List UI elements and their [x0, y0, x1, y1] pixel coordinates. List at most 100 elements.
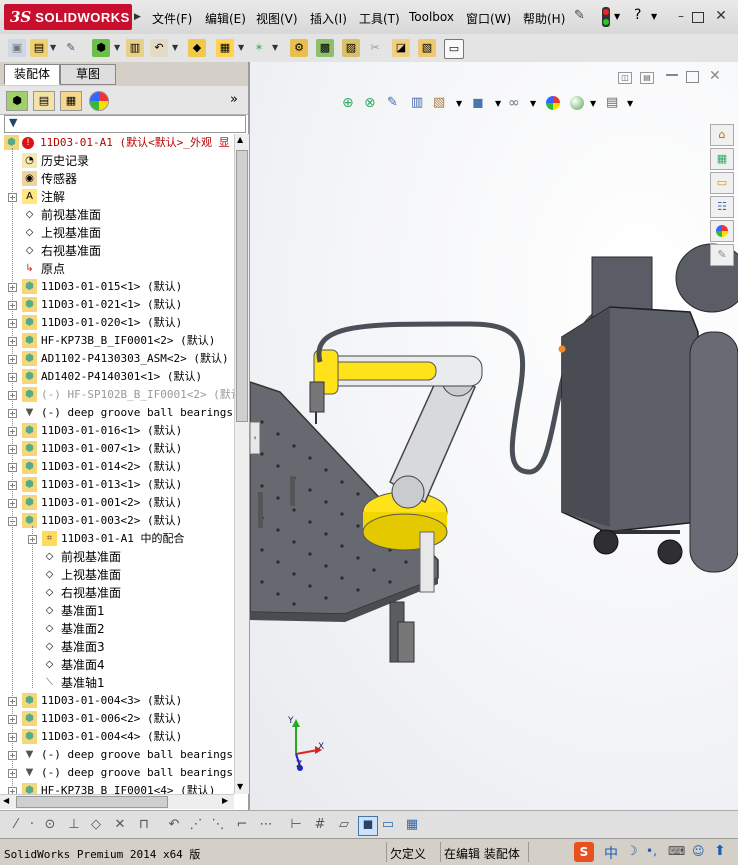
select-icon[interactable]: ◆	[188, 39, 206, 57]
sogou-ime-icon[interactable]: S	[574, 842, 594, 862]
window-layout-icon[interactable]: ▭	[380, 817, 396, 833]
tree-item[interactable]: + ⬢ 11D03-01-007<1> (默认)	[0, 440, 234, 458]
pin-icon[interactable]: ✎	[574, 8, 585, 23]
scroll-right-icon[interactable]: ▶	[222, 796, 228, 805]
tree-item[interactable]: + ▼ (-) deep groove ball bearings gb	[0, 764, 234, 782]
gear-icon[interactable]: ⚙	[290, 39, 308, 57]
collapse-panel-handle[interactable]: ‹	[250, 422, 260, 454]
traffic-light-icon[interactable]	[602, 7, 610, 27]
configuration-manager-icon[interactable]: ▦	[60, 91, 82, 111]
print-icon[interactable]: ▥	[126, 39, 144, 57]
trim-icon[interactable]: ✕	[112, 817, 128, 833]
expand-panel-icon[interactable]: »	[230, 92, 238, 107]
tree-item[interactable]: + ⬢ 11D03-01-015<1> (默认)	[0, 278, 234, 296]
menu-toolbox[interactable]: Toolbox	[409, 10, 454, 24]
tree-item[interactable]: + ⬢ 11D03-01-001<2> (默认)	[0, 494, 234, 512]
tree-item[interactable]: + ⬢ AD1102-P4130303_ASM<2> (默认)	[0, 350, 234, 368]
tab-sketch[interactable]: 草图	[60, 64, 116, 85]
tree-item[interactable]: ◇ 基准面3	[0, 638, 234, 656]
half-width-icon[interactable]: ☽	[626, 844, 638, 859]
ime-mode-label[interactable]: 中	[604, 843, 618, 863]
tree-item[interactable]: + ▼ (-) deep groove ball bearings gb	[0, 404, 234, 422]
options-dropdown-icon[interactable]: ▼	[238, 43, 244, 52]
tree-item[interactable]: − ⬢ 11D03-01-003<2> (默认)	[0, 512, 234, 530]
tree-item[interactable]: + ⬢ 11D03-01-021<1> (默认)	[0, 296, 234, 314]
tree-item[interactable]: + ⬢ HF-KP73B_B_IF0001<2> (默认)	[0, 332, 234, 350]
measure-icon[interactable]: ✂	[366, 39, 384, 57]
tree-item[interactable]: + ⬢ HF-KP73B_B_IF0001<4> (默认)	[0, 782, 234, 794]
tree-item[interactable]: ◇ 基准面2	[0, 620, 234, 638]
undo-icon[interactable]: ↶	[150, 39, 168, 57]
sparkle-dropdown-icon[interactable]: ▼	[272, 43, 278, 52]
tree-item[interactable]: ◇ 右视基准面	[0, 242, 234, 260]
view-cube-icon[interactable]: ◼	[358, 816, 378, 836]
menu-insert[interactable]: 插入(I)	[310, 10, 347, 27]
ime-user-icon[interactable]: ☺	[692, 844, 705, 858]
tree-item[interactable]: + A 注解	[0, 188, 234, 206]
design-library-icon[interactable]: ▦	[710, 148, 734, 170]
feature-manager-icon[interactable]: ⬢	[6, 91, 28, 111]
sparkle-icon[interactable]: ✶	[250, 39, 268, 57]
help-dropdown-icon[interactable]: ▼	[651, 12, 657, 21]
rebuild-dropdown-icon[interactable]: ▼	[114, 43, 120, 52]
minimize-icon[interactable]: –	[674, 9, 688, 23]
tree-item[interactable]: + ⬢ AD1402-P4140301<1> (默认)	[0, 368, 234, 386]
sketch-line-icon[interactable]: ⁄	[8, 817, 24, 833]
polygon-icon[interactable]: ◇	[88, 817, 104, 833]
traffic-light-dropdown-icon[interactable]: ▼	[614, 12, 620, 21]
ruler-icon[interactable]: ◪	[392, 39, 410, 57]
tree-item[interactable]: + ⬢ 11D03-01-006<2> (默认)	[0, 710, 234, 728]
open-icon[interactable]: ▤	[30, 39, 48, 57]
tree-item[interactable]: ⟍ 基准轴1	[0, 674, 234, 692]
scroll-down-icon[interactable]: ▼	[237, 782, 243, 791]
tree-item[interactable]: ◇ 上视基准面	[0, 224, 234, 242]
tree-item[interactable]: ↳ 原点	[0, 260, 234, 278]
sketch-plane-icon[interactable]: ▱	[336, 817, 352, 833]
appearance-manager-icon[interactable]	[89, 91, 109, 111]
menu-tools[interactable]: 工具(T)	[359, 10, 400, 27]
scroll-left-icon[interactable]: ◀	[3, 796, 9, 805]
tree-item[interactable]: + ⬢ 11D03-01-020<1> (默认)	[0, 314, 234, 332]
tree-item[interactable]: ◇ 右视基准面	[0, 584, 234, 602]
tree-item[interactable]: ◇ 基准面4	[0, 656, 234, 674]
corner-icon[interactable]: ⌐	[234, 817, 250, 833]
tab-assembly[interactable]: 装配体	[4, 64, 60, 85]
close-icon[interactable]: ✕	[714, 9, 728, 23]
menu-window[interactable]: 窗口(W)	[466, 10, 511, 27]
options-icon[interactable]: ▦	[216, 39, 234, 57]
tree-item[interactable]: + ⬢ 11D03-01-004<4> (默认)	[0, 728, 234, 746]
menu-file[interactable]: 文件(F)	[152, 10, 192, 27]
graphics-area[interactable]: ◫ ▤ ✕ ⊕ ⊗ ✎ ▥ ▧ ▼ ◼ ▼ ∞ ▼ ▼ ▤ ▼ Y X Z ‹	[250, 62, 738, 810]
tree-hscroll-thumb[interactable]	[16, 796, 168, 808]
drawing-icon[interactable]: ▨	[342, 39, 360, 57]
tree-item[interactable]: ◔ 历史记录	[0, 152, 234, 170]
tile-view-icon[interactable]: ▦	[404, 817, 420, 833]
tree-item[interactable]: + ▼ (-) deep groove ball bearings gb	[0, 746, 234, 764]
menu-edit[interactable]: 编辑(E)	[205, 10, 246, 27]
assembly-icon[interactable]: ▩	[316, 39, 334, 57]
tree-scroll-thumb[interactable]	[236, 150, 248, 422]
property-manager-icon[interactable]: ▤	[33, 91, 55, 111]
offset-icon[interactable]: ↶	[166, 817, 182, 833]
sketch-slot-icon[interactable]: ⋱	[210, 817, 226, 833]
pattern-icon[interactable]: ⋯	[258, 817, 274, 833]
circle-icon[interactable]: ⊙	[42, 817, 58, 833]
restore-icon[interactable]	[692, 12, 704, 23]
tree-item[interactable]: ◇ 上视基准面	[0, 566, 234, 584]
tree-item[interactable]: + ⬢ 11D03-01-014<2> (默认)	[0, 458, 234, 476]
paperclip-icon[interactable]: ✎	[62, 39, 80, 57]
tree-item[interactable]: + ⬢ 11D03-01-013<1> (默认)	[0, 476, 234, 494]
solidworks-resources-icon[interactable]: ⌂	[710, 124, 734, 146]
new-document-icon[interactable]: ▣	[8, 39, 26, 57]
appearances-icon[interactable]	[710, 220, 734, 242]
view-palette-icon[interactable]: ☷	[710, 196, 734, 218]
intersect-icon[interactable]: ⊓	[136, 817, 152, 833]
tree-item[interactable]: + ⬢ 11D03-01-004<3> (默认)	[0, 692, 234, 710]
menu-help[interactable]: 帮助(H)	[523, 10, 565, 27]
ime-tools-icon[interactable]: ⬆	[714, 843, 726, 859]
tree-item[interactable]: + ⬢ (-) HF-SP102B_B_IF0001<2> (默认)	[0, 386, 234, 404]
grid-icon[interactable]: #	[312, 817, 328, 833]
scroll-up-icon[interactable]: ▲	[237, 135, 243, 144]
tree-item[interactable]: ◇ 基准面1	[0, 602, 234, 620]
toolbox-icon[interactable]: ▧	[418, 39, 436, 57]
